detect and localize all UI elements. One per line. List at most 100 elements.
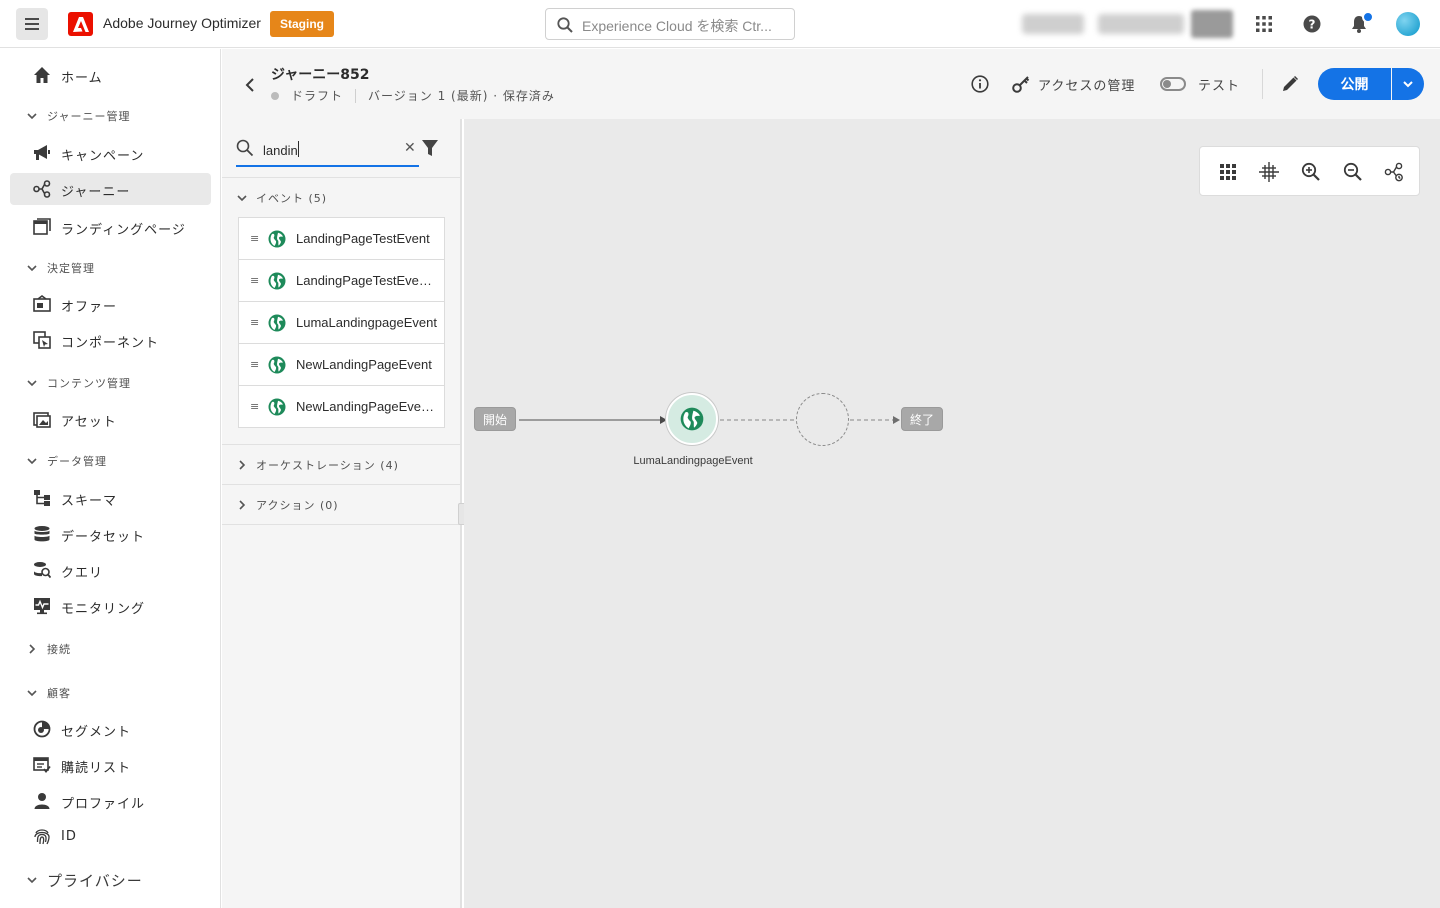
- nav-item-label: ジャーニー: [61, 185, 131, 200]
- clear-search-icon[interactable]: ✕: [404, 140, 416, 156]
- nav-section-customers[interactable]: 顧客: [26, 684, 71, 702]
- search-placeholder: Experience Cloud を検索 Ctr...: [582, 18, 772, 34]
- journey-title[interactable]: ジャーニー852: [271, 64, 370, 84]
- nav-section-label: コンテンツ管理: [47, 377, 131, 390]
- empty-activity-node[interactable]: [796, 393, 849, 446]
- test-mode-toggle[interactable]: テスト: [1160, 73, 1240, 95]
- nav-item-home[interactable]: ホーム: [10, 59, 211, 91]
- start-node[interactable]: 開始: [474, 407, 517, 431]
- drag-handle-icon[interactable]: ≡: [250, 358, 259, 371]
- nav-item-label: プロファイル: [61, 797, 146, 812]
- nav-section-label: ジャーニー管理: [47, 110, 131, 123]
- nav-item-monitoring[interactable]: モニタリング: [10, 590, 211, 622]
- category-actions-header[interactable]: アクション (0): [236, 496, 339, 514]
- user-name-redacted: [1022, 14, 1084, 34]
- apps-grid-icon[interactable]: [1252, 12, 1276, 36]
- nav-section-label: 決定管理: [47, 262, 95, 275]
- divider: [222, 444, 460, 445]
- manage-access-button[interactable]: アクセスの管理: [1012, 73, 1135, 95]
- event-item[interactable]: ≡ LumaLandingpageEvent: [239, 302, 444, 344]
- zoom-out-icon[interactable]: [1342, 161, 1364, 183]
- query-icon: [34, 562, 51, 579]
- edit-button[interactable]: [1281, 73, 1299, 95]
- nav-section-journey-mgmt[interactable]: ジャーニー管理: [26, 107, 130, 125]
- nav-item-subscription-lists[interactable]: 購読リスト: [10, 749, 211, 781]
- journey-version: バージョン 1 (最新) · 保存済み: [368, 89, 555, 103]
- journey-properties-button[interactable]: [971, 73, 989, 95]
- activity-palette: landin ✕ イベント (5) ≡ LandingPageTestEvent…: [222, 119, 462, 908]
- nav-section-decision-mgmt[interactable]: 決定管理: [26, 259, 95, 277]
- chevron-right-icon: [239, 460, 246, 470]
- test-label: テスト: [1198, 78, 1241, 94]
- user-icon: [34, 793, 50, 809]
- fit-to-screen-icon[interactable]: [1258, 161, 1280, 183]
- nav-item-assets[interactable]: アセット: [10, 403, 211, 435]
- back-arrow-icon[interactable]: [240, 75, 260, 95]
- nav-item-identities[interactable]: ID: [10, 821, 211, 853]
- nav-section-label: データ管理: [47, 455, 107, 468]
- flow-connector: [519, 416, 667, 424]
- toggle-switch[interactable]: [1160, 77, 1186, 91]
- hamburger-menu-button[interactable]: [16, 8, 48, 40]
- drag-handle-icon[interactable]: ≡: [250, 274, 259, 287]
- publish-options-button[interactable]: [1392, 68, 1424, 100]
- nav-section-privacy[interactable]: プライバシー: [26, 871, 143, 890]
- key-icon: [1012, 76, 1030, 93]
- nav-section-data-mgmt[interactable]: データ管理: [26, 452, 107, 470]
- drag-handle-icon[interactable]: ≡: [250, 400, 259, 413]
- event-item[interactable]: ≡ LandingPageTestEvent: [239, 218, 444, 260]
- event-node[interactable]: [666, 393, 718, 445]
- nav-item-profiles[interactable]: プロファイル: [10, 785, 211, 817]
- event-label: LandingPageTestEvent: [296, 231, 430, 246]
- help-icon[interactable]: ?: [1300, 12, 1324, 36]
- journey-icon: [33, 180, 51, 198]
- category-label: イベント (5): [256, 192, 328, 205]
- event-item[interactable]: ≡ NewLandingPageEven...: [239, 386, 444, 428]
- adobe-logo-icon[interactable]: [68, 12, 93, 36]
- nav-item-offers[interactable]: オファー: [10, 288, 211, 320]
- global-search-input[interactable]: Experience Cloud を検索 Ctr...: [545, 8, 795, 40]
- nav-item-label: キャンペーン: [61, 149, 145, 164]
- event-item[interactable]: ≡ LandingPageTestEvent...: [239, 260, 444, 302]
- nav-item-datasets[interactable]: データセット: [10, 518, 211, 550]
- filter-icon[interactable]: [422, 139, 438, 157]
- end-node[interactable]: 終了: [901, 407, 944, 431]
- left-navigation: ホーム ジャーニー管理 キャンペーン ジャーニー ランディングページ 決定管理 …: [0, 49, 221, 908]
- category-orchestration-header[interactable]: オーケストレーション (4): [236, 456, 399, 474]
- divider: [222, 177, 460, 178]
- status-dot: [271, 91, 279, 100]
- flow-connector: [720, 419, 796, 421]
- nav-item-segments[interactable]: セグメント: [10, 713, 211, 745]
- user-avatar[interactable]: [1396, 12, 1420, 36]
- nav-item-journeys[interactable]: ジャーニー: [10, 173, 211, 205]
- top-bar: Adobe Journey Optimizer Staging Experien…: [0, 0, 1440, 48]
- zoom-in-icon[interactable]: [1300, 161, 1322, 183]
- nav-section-content-mgmt[interactable]: コンテンツ管理: [26, 374, 131, 392]
- event-item[interactable]: ≡ NewLandingPageEvent: [239, 344, 444, 386]
- journey-canvas[interactable]: 開始 LumaLandingpageEvent 終了: [464, 119, 1440, 908]
- nav-item-campaigns[interactable]: キャンペーン: [10, 137, 211, 169]
- environment-badge[interactable]: Staging: [270, 11, 334, 37]
- app-name[interactable]: Adobe Journey Optimizer: [103, 15, 261, 31]
- publish-button[interactable]: 公開: [1318, 68, 1391, 100]
- globe-icon: [268, 272, 286, 290]
- event-label: NewLandingPageEven...: [296, 399, 438, 414]
- nav-item-schemas[interactable]: スキーマ: [10, 482, 211, 514]
- notification-badge: [1362, 11, 1374, 23]
- event-label: LandingPageTestEvent...: [296, 273, 438, 288]
- org-switcher-redacted[interactable]: [1191, 10, 1233, 38]
- nav-item-components[interactable]: コンポーネント: [10, 324, 211, 356]
- palette-search-input[interactable]: landin ✕: [236, 135, 419, 167]
- nav-section-connections[interactable]: 接続: [26, 640, 71, 658]
- chevron-down-icon: [237, 195, 247, 202]
- nav-item-label: ホーム: [61, 71, 103, 86]
- nav-item-label: セグメント: [61, 725, 132, 740]
- drag-handle-icon[interactable]: ≡: [250, 316, 259, 329]
- drag-handle-icon[interactable]: ≡: [250, 232, 259, 245]
- nav-item-landing-pages[interactable]: ランディングページ: [10, 211, 211, 243]
- globe-icon: [268, 314, 286, 332]
- nav-item-queries[interactable]: クエリ: [10, 554, 211, 586]
- grid-view-icon[interactable]: [1217, 161, 1239, 183]
- journey-flow-icon[interactable]: [1383, 161, 1405, 183]
- category-events-header[interactable]: イベント (5): [236, 189, 327, 207]
